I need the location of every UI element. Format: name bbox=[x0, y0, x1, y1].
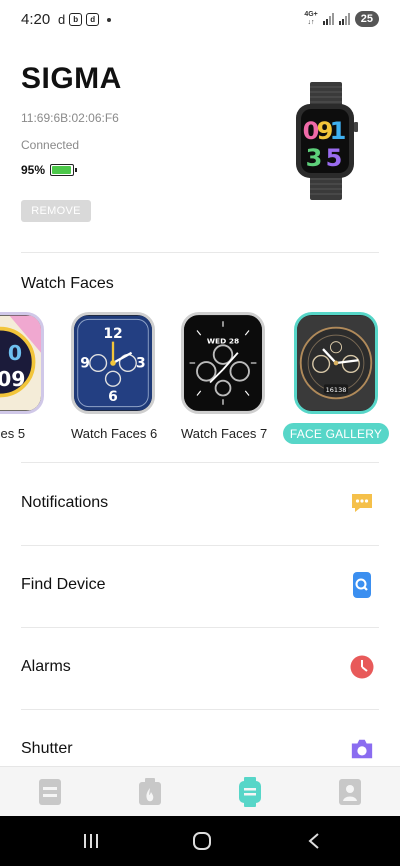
watch-face-5[interactable]: 0 09 Faces 5 bbox=[0, 312, 44, 441]
menu-item-notifications[interactable]: Notifications bbox=[0, 463, 400, 545]
watch-face-5-label: Faces 5 bbox=[0, 426, 26, 441]
svg-text:09: 09 bbox=[0, 367, 25, 391]
watch-face-6[interactable]: 12 3 6 9 Watch Faces 6 bbox=[71, 312, 158, 441]
watch-image: 0 9 1 3 5 bbox=[296, 82, 358, 200]
bottom-tab-bar bbox=[0, 766, 400, 816]
camera-icon bbox=[350, 737, 374, 761]
svg-text:16138: 16138 bbox=[326, 386, 347, 394]
status-time: 4:20 bbox=[21, 11, 51, 28]
watch-face-7[interactable]: WED 28 Watch Faces 7 bbox=[181, 312, 268, 441]
svg-text:6: 6 bbox=[108, 389, 118, 405]
watch-face-7-thumbnail: WED 28 bbox=[181, 312, 265, 414]
more-notifications-dot-icon bbox=[107, 17, 112, 22]
menu-label-shutter: Shutter bbox=[21, 740, 73, 757]
chat-bubble-icon bbox=[350, 491, 374, 515]
signal-2-icon bbox=[338, 13, 350, 25]
svg-text:1: 1 bbox=[330, 117, 347, 145]
device-mac-address: 11:69:6B:02:06:F6 bbox=[21, 111, 119, 125]
clock-icon bbox=[350, 655, 374, 679]
signal-icon bbox=[322, 13, 334, 25]
svg-text:3: 3 bbox=[306, 144, 323, 172]
connection-status: Connected bbox=[21, 138, 80, 152]
divider bbox=[21, 252, 379, 253]
remove-button[interactable]: REMOVE bbox=[21, 200, 91, 222]
watch-icon bbox=[239, 777, 261, 807]
watch-face-5-thumbnail: 0 09 bbox=[0, 312, 44, 414]
dashboard-icon bbox=[39, 779, 61, 805]
svg-text:0: 0 bbox=[8, 341, 22, 365]
status-right: 4G+ ↓↑ 25 bbox=[304, 11, 379, 27]
battery-icon bbox=[50, 164, 78, 176]
menu-item-find-device[interactable]: Find Device bbox=[0, 545, 400, 627]
home-icon[interactable] bbox=[191, 831, 213, 851]
svg-text:WED 28: WED 28 bbox=[207, 337, 239, 346]
notification-icons: d b d bbox=[58, 12, 112, 27]
back-icon[interactable] bbox=[303, 831, 325, 851]
watch-face-7-label: Watch Faces 7 bbox=[181, 426, 268, 441]
face-gallery-button[interactable]: FACE GALLERY bbox=[283, 423, 389, 444]
menu-label-find-device: Find Device bbox=[21, 576, 106, 593]
battery-percent: 95% bbox=[21, 163, 46, 177]
search-phone-icon bbox=[350, 572, 374, 598]
tab-activity[interactable] bbox=[135, 777, 165, 807]
system-nav-bar bbox=[0, 816, 400, 866]
notification-d2-icon: d bbox=[86, 13, 100, 26]
profile-icon bbox=[339, 779, 361, 805]
recents-icon[interactable] bbox=[80, 831, 102, 851]
watch-face-8-thumbnail: 16138 bbox=[294, 312, 378, 414]
tab-watch[interactable] bbox=[235, 777, 265, 807]
notification-d-icon: d bbox=[58, 12, 66, 27]
tab-dashboard[interactable] bbox=[35, 777, 65, 807]
status-bar: 4:20 d b d 4G+ ↓↑ 25 bbox=[0, 0, 400, 42]
activity-icon bbox=[139, 778, 161, 805]
svg-text:3: 3 bbox=[136, 356, 146, 372]
network-type: 4G+ ↓↑ bbox=[304, 11, 318, 26]
svg-text:12: 12 bbox=[103, 326, 122, 342]
menu-label-alarms: Alarms bbox=[21, 658, 71, 675]
watch-face-6-thumbnail: 12 3 6 9 bbox=[71, 312, 155, 414]
tab-profile[interactable] bbox=[335, 777, 365, 807]
watch-face-6-label: Watch Faces 6 bbox=[71, 426, 158, 441]
device-battery: 95% bbox=[21, 163, 78, 177]
svg-text:5: 5 bbox=[326, 144, 343, 172]
watch-faces-title: Watch Faces bbox=[21, 275, 114, 292]
menu-label-notifications: Notifications bbox=[21, 494, 109, 511]
status-battery: 25 bbox=[354, 11, 379, 27]
svg-text:9: 9 bbox=[80, 356, 90, 372]
device-name: SIGMA bbox=[21, 62, 122, 95]
menu-item-alarms[interactable]: Alarms bbox=[0, 627, 400, 709]
watch-face-8[interactable]: 16138 bbox=[294, 312, 378, 414]
notification-b-icon: b bbox=[69, 13, 83, 26]
